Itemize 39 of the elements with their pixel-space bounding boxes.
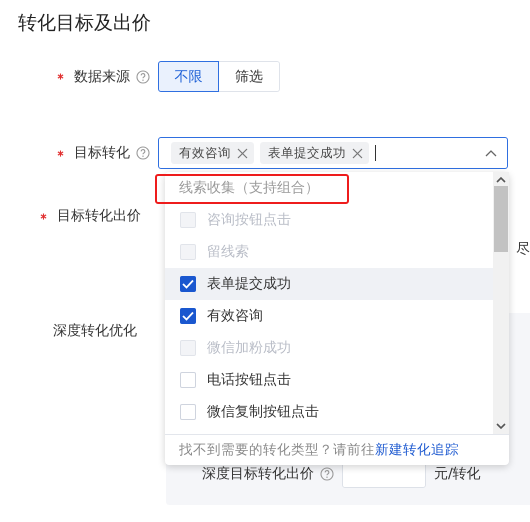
option-label: 表单提交成功 — [207, 275, 291, 293]
help-icon[interactable] — [136, 146, 150, 160]
scrollbar[interactable] — [493, 172, 509, 434]
scroll-thumb[interactable] — [494, 186, 508, 252]
dropdown-option[interactable]: 有效咨询 — [165, 300, 493, 332]
checkbox[interactable] — [180, 308, 196, 324]
help-icon[interactable] — [320, 467, 334, 481]
checkbox[interactable] — [180, 276, 196, 292]
section-title: 转化目标及出价 — [17, 11, 152, 36]
field-label: 目标转化出价 — [57, 207, 141, 225]
scroll-up-icon[interactable] — [496, 176, 506, 184]
unit-label: 元/转化 — [434, 465, 481, 483]
group-header: 线索收集（支持组合） — [178, 179, 320, 198]
option-label: 有效咨询 — [207, 307, 263, 325]
hint-text: 找不到需要的转化类型？请前往 — [179, 441, 375, 459]
dropdown-option[interactable]: 电话按钮点击 — [165, 364, 493, 396]
dropdown-option[interactable]: 表单提交成功 — [165, 268, 493, 300]
field-label: 深度目标转化出价 — [202, 465, 314, 483]
field-label: 目标转化 — [74, 144, 130, 162]
help-icon[interactable] — [136, 70, 150, 84]
selected-tag: 有效咨询 — [171, 142, 254, 164]
caret-icon — [485, 149, 497, 157]
field-label: 数据来源 — [74, 68, 130, 86]
option-label: 微信复制按钮点击 — [207, 403, 319, 421]
dropdown-option[interactable]: 微信复制按钮点击 — [165, 396, 493, 428]
cut-off-text: 尽 — [516, 240, 530, 258]
option-label: 咨询按钮点击 — [207, 211, 291, 229]
field-label: 深度转化优化 — [52, 322, 138, 340]
segment-option[interactable]: 筛选 — [219, 61, 280, 92]
multi-select-field[interactable]: 有效咨询 表单提交成功 — [158, 137, 508, 169]
create-tracking-link[interactable]: 新建转化追踪 — [375, 441, 459, 459]
option-label: 电话按钮点击 — [207, 371, 291, 389]
close-icon[interactable] — [352, 148, 363, 158]
option-label: 微信加粉成功 — [207, 339, 291, 357]
selected-tag: 表单提交成功 — [260, 142, 369, 164]
scroll-down-icon[interactable] — [496, 422, 506, 430]
segment-option[interactable]: 不限 — [158, 61, 219, 92]
close-icon[interactable] — [237, 148, 248, 158]
option-label: 留线索 — [207, 243, 249, 261]
